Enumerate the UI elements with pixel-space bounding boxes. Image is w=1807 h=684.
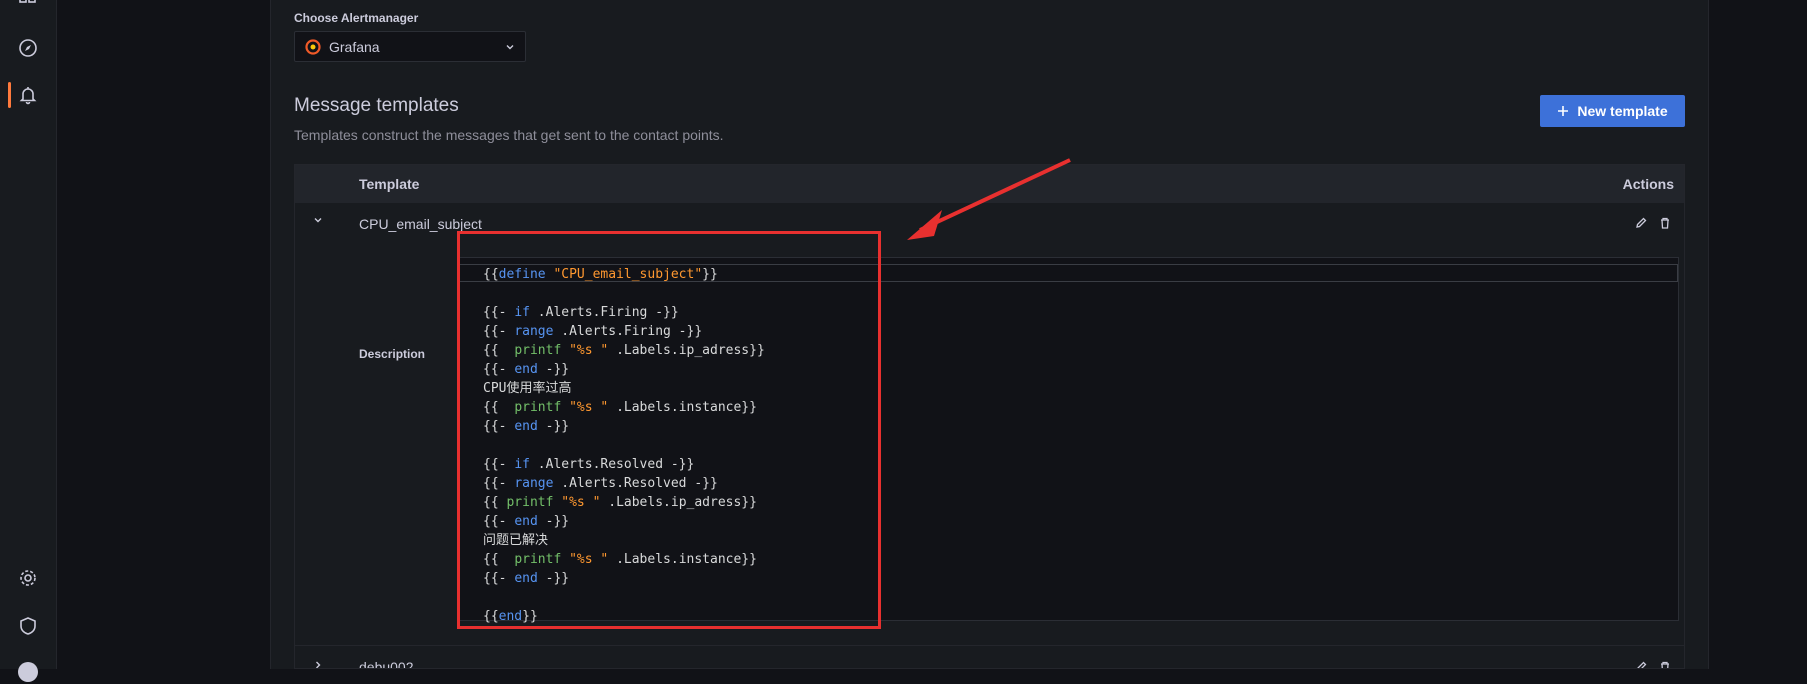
avatar[interactable]: [16, 660, 40, 684]
column-header-template: Template: [359, 176, 420, 192]
grafana-logo-icon: [305, 38, 321, 55]
shield-icon[interactable]: [16, 614, 40, 638]
delete-icon[interactable]: [1658, 216, 1672, 230]
gear-icon[interactable]: [16, 566, 40, 590]
active-nav-indicator: [8, 82, 11, 108]
expand-row-icon[interactable]: [311, 658, 325, 669]
row-actions: [1634, 216, 1672, 230]
template-name: debu002: [359, 659, 414, 669]
new-template-label: New template: [1577, 103, 1668, 119]
plus-icon: [1558, 106, 1569, 116]
edit-icon[interactable]: [1634, 216, 1648, 230]
description-label: Description: [359, 347, 426, 361]
delete-icon[interactable]: [1658, 660, 1672, 669]
annotation-highlight-box: [457, 231, 881, 629]
alerting-icon[interactable]: [16, 83, 40, 107]
section-description: Templates construct the messages that ge…: [294, 127, 724, 143]
new-template-button[interactable]: New template: [1540, 95, 1685, 127]
explore-icon[interactable]: [16, 36, 40, 60]
edit-icon[interactable]: [1634, 660, 1648, 669]
alertmanager-select[interactable]: Grafana: [294, 31, 526, 62]
collapse-row-icon[interactable]: [311, 213, 325, 227]
template-name: CPU_email_subject: [359, 216, 482, 232]
table-row: debu002: [295, 645, 1684, 669]
section-title: Message templates: [294, 95, 459, 116]
annotation-arrow-icon: [907, 158, 1071, 240]
chevron-down-icon: [506, 44, 514, 49]
alertmanager-selected-value: Grafana: [329, 38, 380, 55]
column-header-actions: Actions: [1622, 176, 1674, 192]
row-actions: [1634, 660, 1672, 669]
alertmanager-label: Choose Alertmanager: [294, 11, 419, 25]
side-nav: [0, 0, 57, 682]
dashboards-icon[interactable]: [16, 0, 40, 16]
